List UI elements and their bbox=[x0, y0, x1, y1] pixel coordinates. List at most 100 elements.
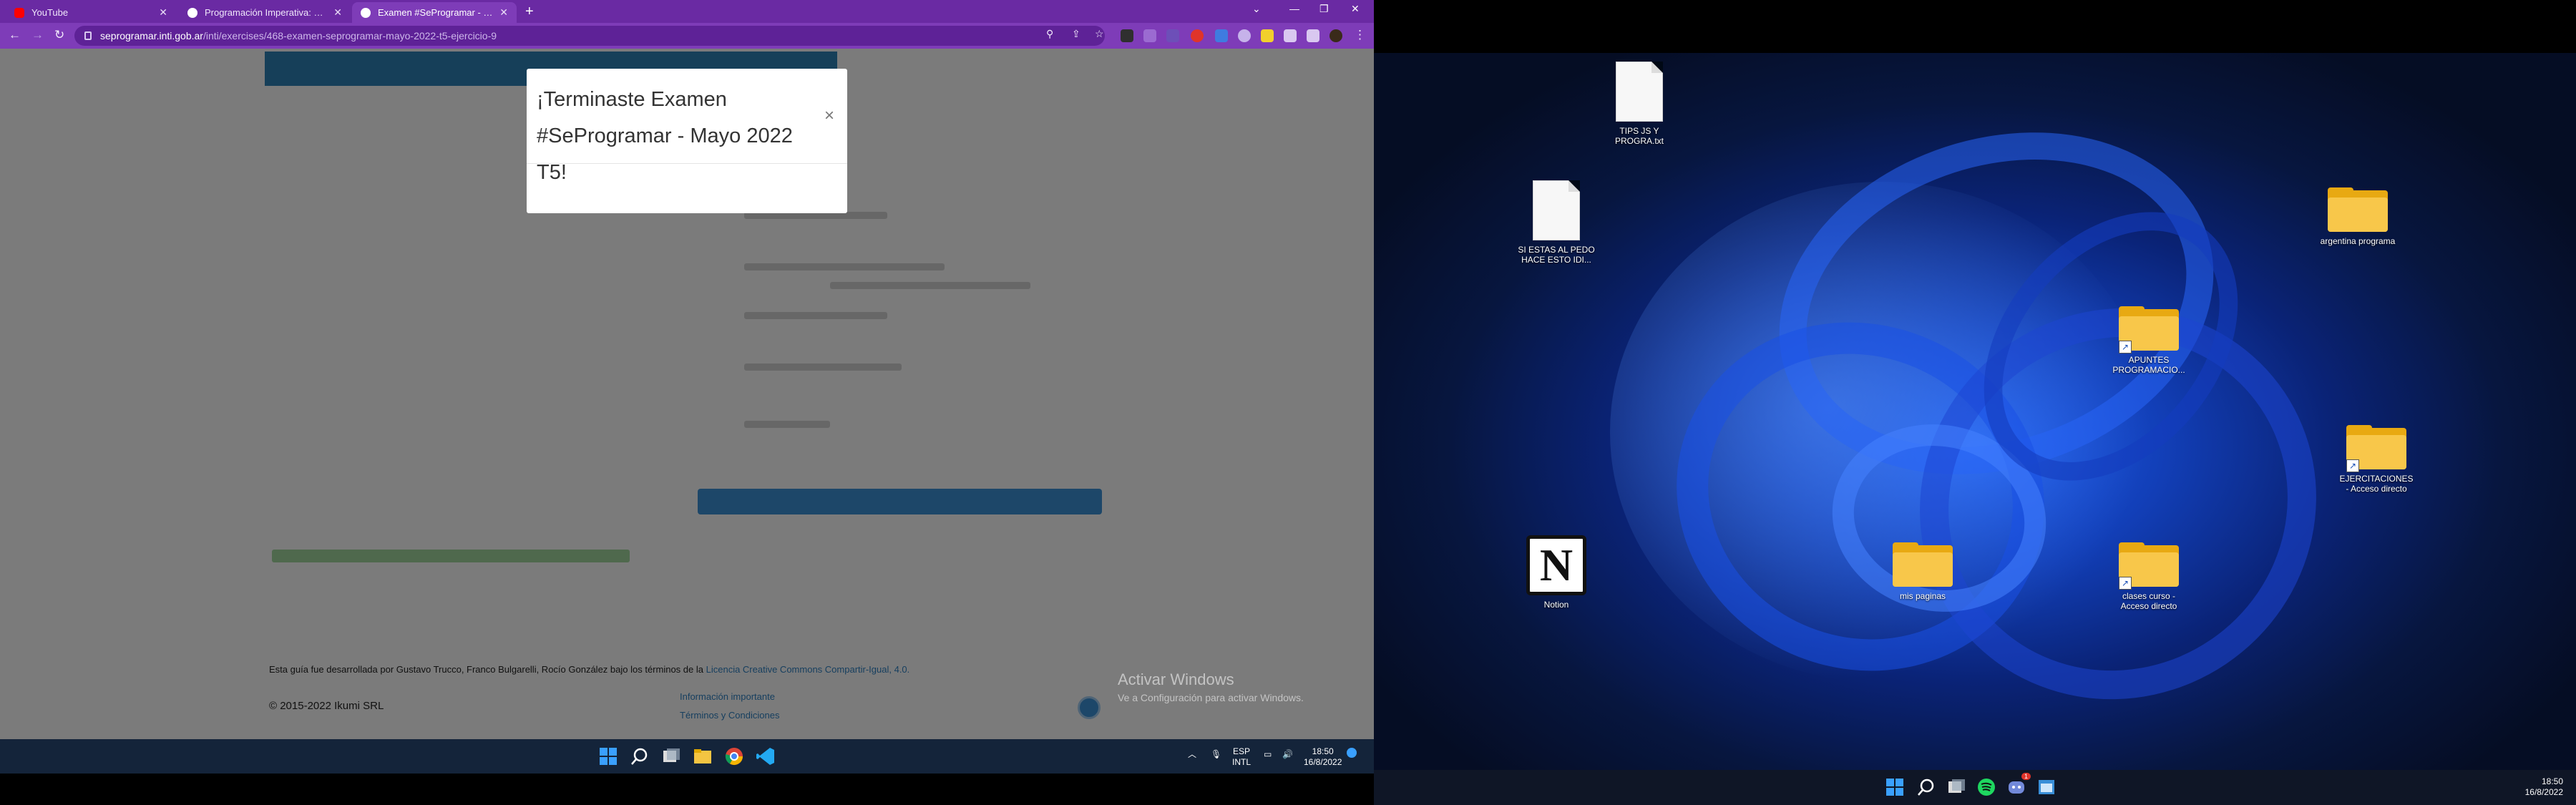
new-tab-button[interactable]: + bbox=[525, 4, 534, 20]
extension-icon[interactable] bbox=[1191, 29, 1204, 42]
file-explorer-icon[interactable] bbox=[693, 746, 713, 766]
clock-date: 16/8/2022 bbox=[1304, 757, 1342, 767]
folder-icon bbox=[2328, 187, 2388, 232]
search-icon[interactable] bbox=[630, 746, 650, 766]
tab-strip: YouTube ✕ Programación Imperativa: Regis… bbox=[0, 0, 1374, 23]
volume-icon[interactable]: 🔊 bbox=[1282, 749, 1293, 760]
desktop-icon[interactable]: argentina programa bbox=[2318, 187, 2397, 246]
modal-divider bbox=[527, 163, 847, 164]
close-icon[interactable]: × bbox=[824, 106, 834, 126]
language-code: ESP bbox=[1233, 746, 1251, 756]
globe-icon bbox=[187, 7, 197, 18]
desktop-icon-label: SI ESTAS AL PEDO HACE ESTO IDI... bbox=[1518, 245, 1595, 265]
youtube-icon bbox=[14, 7, 24, 18]
notion-icon: N bbox=[1526, 535, 1586, 595]
desktop-icon[interactable]: SI ESTAS AL PEDO HACE ESTO IDI... bbox=[1517, 180, 1596, 265]
desktop-icon-label: clases curso - Acceso directo bbox=[2120, 591, 2177, 611]
start-icon[interactable] bbox=[598, 746, 618, 766]
dual-monitor-screen: YouTube ✕ Programación Imperativa: Regis… bbox=[0, 0, 2576, 805]
side-panel-icon[interactable] bbox=[1307, 29, 1319, 42]
clock-time: 18:50 bbox=[2541, 776, 2563, 786]
url-host: seprogramar.inti.gob.ar bbox=[100, 30, 203, 42]
desktop-icon[interactable]: mis paginas bbox=[1883, 542, 1962, 601]
close-tab-icon[interactable]: ✕ bbox=[159, 6, 167, 19]
zoom-icon[interactable]: ⚲ bbox=[1046, 28, 1053, 40]
restore-icon[interactable]: ❐ bbox=[1319, 3, 1329, 15]
wallpaper-bloom bbox=[1374, 53, 2576, 770]
forward-icon[interactable]: → bbox=[31, 28, 44, 42]
globe-icon bbox=[361, 7, 371, 18]
tab-examen[interactable]: Examen #SeProgramar - Mayo 20 ✕ bbox=[352, 2, 517, 23]
clock[interactable]: 18:50 16/8/2022 bbox=[1304, 746, 1342, 768]
desktop-icon-label: argentina programa bbox=[2320, 236, 2396, 246]
minimize-icon[interactable]: — bbox=[1289, 3, 1299, 14]
extension-icon[interactable] bbox=[1238, 29, 1251, 42]
desktop-icon[interactable]: ↗ clases curso - Acceso directo bbox=[2109, 542, 2188, 611]
desktop-icon[interactable]: ↗ APUNTES PROGRAMACIO... bbox=[2109, 306, 2188, 375]
desktop-icon[interactable]: ↗ EJERCITACIONES - Acceso directo bbox=[2337, 425, 2416, 494]
bookmark-star-icon[interactable]: ☆ bbox=[1095, 28, 1104, 40]
left-taskbar: ︿ 🎙 ESP INTL ▭ 🔊 18:50 16/8/2022 bbox=[0, 739, 1374, 774]
task-view-icon[interactable] bbox=[1946, 777, 1966, 797]
desktop-icon-label: mis paginas bbox=[1899, 591, 1946, 601]
right-taskbar: 1 bbox=[1374, 770, 2576, 805]
extension-icon[interactable] bbox=[1166, 29, 1179, 42]
close-tab-icon[interactable]: ✕ bbox=[333, 6, 342, 19]
left-monitor: YouTube ✕ Programación Imperativa: Regis… bbox=[0, 0, 1374, 739]
tab-label: YouTube bbox=[31, 7, 69, 18]
modal-title: ¡Terminaste Examen #SeProgramar - Mayo 2… bbox=[537, 88, 793, 184]
tab-search-icon[interactable]: ⌄ bbox=[1252, 3, 1261, 15]
extension-icon[interactable] bbox=[1143, 29, 1156, 42]
watermark-subtitle: Ve a Configuración para activar Windows. bbox=[1118, 692, 1304, 703]
desktop-icon-label: APUNTES PROGRAMACIO... bbox=[2112, 355, 2185, 375]
lock-icon bbox=[84, 31, 92, 40]
display-icon[interactable]: ▭ bbox=[1264, 749, 1272, 760]
folder-shortcut-icon: ↗ bbox=[2119, 306, 2179, 353]
extension-icon[interactable] bbox=[1215, 29, 1228, 42]
close-tab-icon[interactable]: ✕ bbox=[499, 6, 508, 19]
right-clock[interactable]: 18:50 16/8/2022 bbox=[2525, 776, 2563, 798]
text-file-icon bbox=[1616, 62, 1663, 122]
start-icon[interactable] bbox=[1885, 777, 1905, 797]
address-toolbar: ← → ↻ seprogramar.inti.gob.ar /inti/exer… bbox=[0, 23, 1374, 49]
folder-icon bbox=[1893, 542, 1953, 587]
exam-finished-modal: ¡Terminaste Examen #SeProgramar - Mayo 2… bbox=[527, 69, 847, 213]
extension-icon[interactable] bbox=[1261, 29, 1274, 42]
address-bar[interactable]: seprogramar.inti.gob.ar /inti/exercises/… bbox=[74, 26, 1105, 46]
avatar[interactable] bbox=[1330, 29, 1342, 42]
app-window-icon[interactable] bbox=[2036, 777, 2057, 797]
close-window-icon[interactable]: ✕ bbox=[1351, 3, 1360, 15]
desktop-icon-label: TIPS JS Y PROGRA.txt bbox=[1614, 126, 1664, 146]
desktop-icon[interactable]: N Notion bbox=[1517, 535, 1596, 610]
menu-kebab-icon[interactable]: ⋮ bbox=[1354, 28, 1366, 42]
extension-icon[interactable] bbox=[1121, 29, 1133, 42]
microphone-icon[interactable]: 🎙 bbox=[1211, 749, 1221, 760]
tab-youtube[interactable]: YouTube ✕ bbox=[6, 2, 176, 23]
desktop-icon-label: Notion bbox=[1543, 600, 1569, 610]
activate-windows-watermark: Activar Windows Ve a Configuración para … bbox=[1118, 670, 1304, 703]
folder-shortcut-icon: ↗ bbox=[2346, 425, 2406, 472]
search-icon[interactable] bbox=[1916, 777, 1936, 797]
text-file-icon bbox=[1533, 180, 1580, 240]
clock-date: 16/8/2022 bbox=[2524, 787, 2563, 797]
task-view-icon[interactable] bbox=[661, 746, 681, 766]
back-icon[interactable]: ← bbox=[9, 28, 21, 42]
tray-chevron-icon[interactable]: ︿ bbox=[1188, 749, 1196, 760]
url-path: /inti/exercises/468-examen-seprogramar-m… bbox=[203, 30, 497, 42]
tab-label: Programación Imperativa: Registr bbox=[205, 7, 328, 18]
right-monitor: TIPS JS Y PROGRA.txt SI ESTAS AL PEDO HA… bbox=[1374, 0, 2576, 805]
desktop-icon[interactable]: TIPS JS Y PROGRA.txt bbox=[1600, 62, 1679, 146]
tab-programacion-imperativa[interactable]: Programación Imperativa: Registr ✕ bbox=[179, 2, 351, 23]
language-indicator[interactable]: ESP INTL bbox=[1232, 746, 1251, 768]
discord-icon[interactable]: 1 bbox=[2006, 773, 2031, 797]
folder-shortcut-icon: ↗ bbox=[2119, 542, 2179, 590]
vscode-icon[interactable] bbox=[756, 746, 776, 766]
chrome-icon[interactable] bbox=[724, 746, 744, 766]
monitor-bezel bbox=[0, 774, 1374, 805]
share-icon[interactable]: ⇪ bbox=[1072, 28, 1080, 40]
notification-icon[interactable] bbox=[1347, 748, 1357, 758]
puzzle-icon[interactable] bbox=[1284, 29, 1297, 42]
reload-icon[interactable]: ↻ bbox=[54, 28, 64, 42]
spotify-icon[interactable] bbox=[1976, 777, 1996, 797]
keyboard-layout: INTL bbox=[1232, 757, 1252, 767]
